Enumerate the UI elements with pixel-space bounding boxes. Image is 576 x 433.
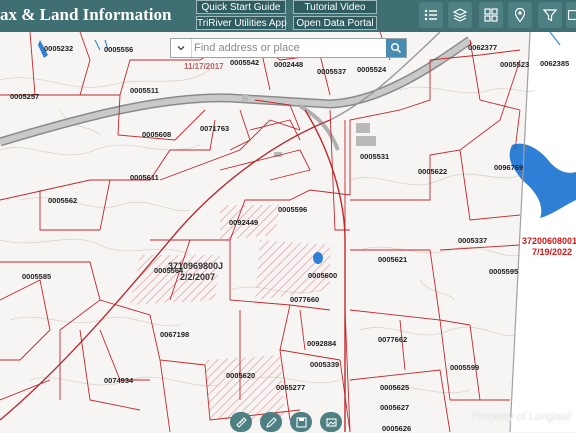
parcel-label: 0005524 [357, 65, 387, 74]
parcel-label: 0062377 [468, 43, 498, 52]
parcel-label: 0005621 [378, 255, 408, 264]
parcel-label: 0005523 [500, 60, 530, 69]
recorded-date-label: 11/17/2017 [184, 62, 224, 71]
parcel-label: 0005585 [22, 272, 52, 281]
parcel-label: 0062385 [540, 59, 570, 68]
location-icon[interactable] [508, 2, 532, 28]
app-title: ax & Land Information [0, 5, 172, 24]
pin-date-label: 7/19/2022 [532, 247, 573, 257]
parcel-label: 0005600 [308, 271, 338, 280]
search-input[interactable] [194, 40, 374, 56]
parcel-label: 0005625 [380, 383, 410, 392]
parcel-label: 0005627 [380, 403, 410, 412]
tutorial-video-button[interactable]: Tutorial Video [293, 0, 377, 14]
parcel-label: 0096769 [494, 163, 524, 172]
basemap-icon[interactable] [479, 2, 503, 28]
more-icon[interactable] [566, 2, 576, 28]
parcel-label: 0002448 [274, 60, 304, 69]
filter-icon[interactable] [538, 2, 562, 28]
parcel-label: 0005556 [104, 45, 134, 54]
parcel-label: 0092884 [307, 339, 337, 348]
chevron-down-icon [177, 46, 185, 51]
parcel-label: 0005537 [317, 67, 347, 76]
parcel-label: 0005257 [10, 92, 40, 101]
parcel-label: 0005620 [226, 371, 256, 380]
parcel-label: 0005531 [360, 152, 390, 161]
map-tools-toolbar [230, 410, 350, 432]
parcel-label: 0005596 [278, 205, 308, 214]
parcel-label: 0071763 [200, 124, 230, 133]
parcel-label: 0005611 [130, 173, 159, 182]
search-button[interactable] [386, 39, 406, 57]
search-icon [391, 43, 402, 54]
parcel-label: 0067198 [160, 330, 190, 339]
pin-label: 37200608001 [522, 236, 576, 246]
parcel-label: 0005339 [310, 360, 340, 369]
pin-label: 3710969800J [168, 261, 224, 271]
parcel-label: 0005542 [230, 58, 260, 67]
quick-start-guide-button[interactable]: Quick Start Guide [196, 0, 286, 14]
parcel-label: 0092449 [229, 218, 259, 227]
print-icon[interactable] [290, 412, 312, 432]
watermark: Property of Longleaf [472, 411, 572, 423]
parcel-label: 0005232 [44, 44, 74, 53]
parcel-label: 0005511 [130, 86, 159, 95]
layers-icon[interactable] [448, 2, 472, 28]
parcel-label: 0074934 [104, 376, 134, 385]
parcel-label: 0005595 [489, 267, 519, 276]
bookmark-icon[interactable] [320, 412, 342, 432]
parcel-label: 0005337 [458, 236, 488, 245]
app-header: ax & Land Information Quick Start Guide … [0, 0, 576, 32]
list-icon[interactable] [419, 2, 443, 28]
measure-icon[interactable] [230, 412, 252, 432]
tririver-utilities-app-button[interactable]: TriRiver Utilities App [196, 16, 287, 30]
search-source-dropdown[interactable] [171, 39, 192, 57]
parcel-label: 0077660 [290, 295, 320, 304]
search-widget [170, 38, 407, 58]
parcel-label: 0065277 [276, 383, 306, 392]
parcel-label: 0005608 [142, 130, 172, 139]
parcel-label: 0077662 [378, 335, 408, 344]
parcel-label: 0005622 [418, 167, 448, 176]
draw-icon[interactable] [260, 412, 282, 432]
open-data-portal-button[interactable]: Open Data Portal [293, 16, 377, 30]
parcel-label: 0005562 [48, 196, 78, 205]
parcel-label: 0005599 [450, 363, 480, 372]
pin-date-label: 2/2/2007 [180, 272, 216, 282]
